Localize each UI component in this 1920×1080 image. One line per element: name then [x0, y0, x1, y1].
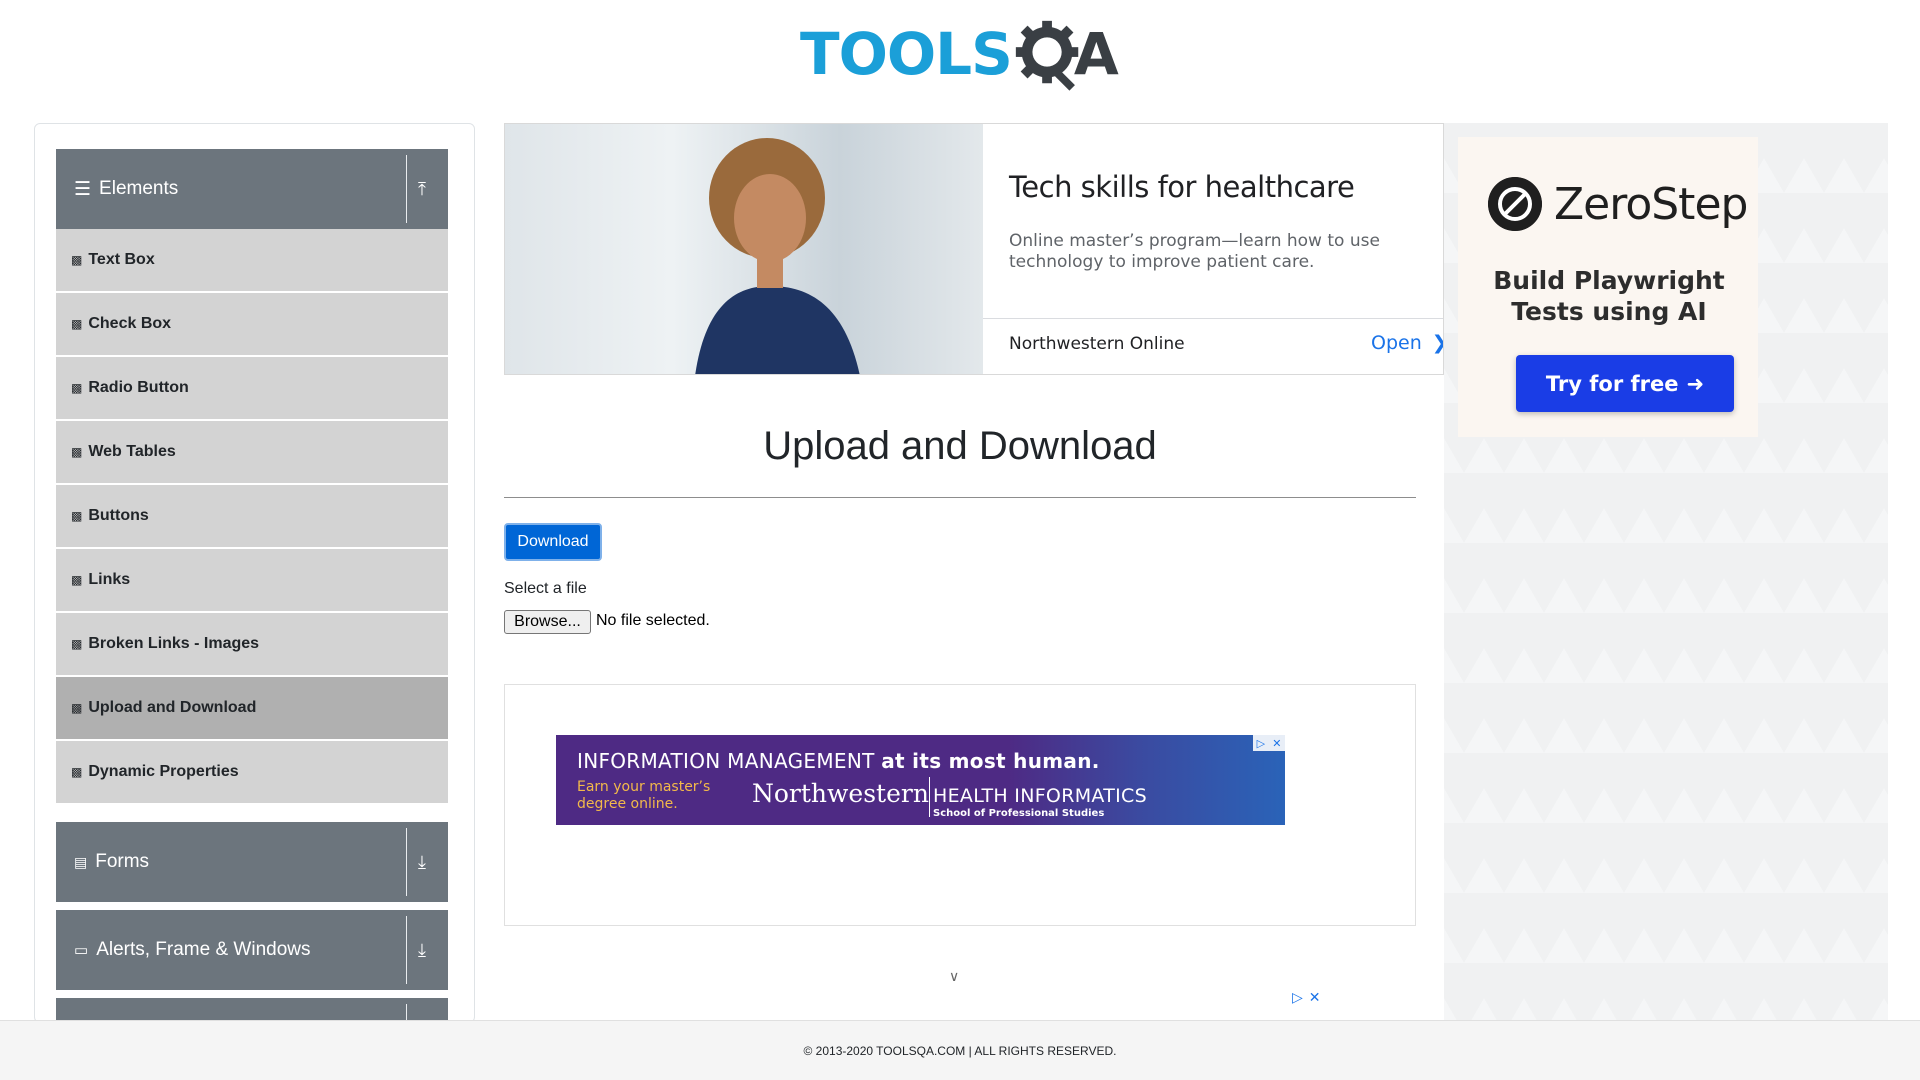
- logo-text-tail: A: [1073, 20, 1119, 88]
- expand-down-icon[interactable]: ⤓: [418, 910, 426, 990]
- browse-file-button[interactable]: Browse...: [504, 610, 591, 634]
- left-sidebar: ☰ Elements ⤒ ▩ Text Box ▩ Check Box ▩ Radio…: [34, 123, 475, 1023]
- ad-container: INFORMATION MANAGEMENT at its most human…: [504, 684, 1416, 926]
- chevron-right-icon: ❯: [1432, 332, 1443, 354]
- list-bullet-icon: ▩: [71, 253, 83, 267]
- person-photo: [695, 138, 860, 374]
- zerostep-ad[interactable]: ZeroStep Build Playwright Tests using AI…: [1458, 137, 1758, 437]
- sidebar-item-links[interactable]: ▩ Links: [56, 549, 448, 611]
- list-bullet-icon: ▩: [71, 381, 83, 395]
- group-header-elements[interactable]: ☰ Elements ⤒: [56, 149, 448, 229]
- download-button[interactable]: Download: [504, 523, 602, 561]
- list-bullet-icon: ▩: [71, 573, 83, 587]
- list-bullet-icon: ▩: [71, 701, 83, 715]
- sidebar-item-text-box[interactable]: ▩ Text Box: [56, 229, 448, 291]
- zerostep-logo-icon: [1488, 177, 1542, 231]
- sidebar-item-dynamic-properties[interactable]: ▩ Dynamic Properties: [56, 741, 448, 803]
- try-for-free-button[interactable]: Try for free ➜: [1516, 355, 1734, 412]
- divider: [929, 777, 930, 817]
- banner-open-link[interactable]: Open ❯: [1371, 332, 1443, 354]
- group-header-forms[interactable]: ▤ Forms ⤓: [56, 822, 448, 902]
- group-header-alerts[interactable]: ▭ Alerts, Frame & Windows ⤓: [56, 910, 448, 990]
- collapse-up-icon[interactable]: ⤒: [418, 149, 426, 229]
- select-file-label: Select a file: [504, 580, 587, 597]
- expand-down-icon[interactable]: ⤓: [418, 822, 426, 902]
- chevron-down-icon[interactable]: ∨: [949, 968, 959, 985]
- elements-menu: ▩ Text Box ▩ Check Box ▩ Radio Button ▩ Web …: [56, 229, 448, 805]
- adchoices-icon[interactable]: ▷ ✕: [1253, 735, 1285, 751]
- divider: [406, 916, 407, 984]
- logo-text: TOOLS: [800, 20, 1013, 88]
- file-status-text: No file selected.: [596, 612, 710, 629]
- banner-brand: Northwestern Online: [1009, 334, 1185, 354]
- toolsqa-logo[interactable]: TOOLS A: [800, 14, 1126, 94]
- ad-program: HEALTH INFORMATICS: [933, 785, 1147, 807]
- list-bullet-icon: ▩: [71, 445, 83, 459]
- ad-brand: Northwestern: [752, 779, 929, 808]
- sidebar-item-buttons[interactable]: ▩ Buttons: [56, 485, 448, 547]
- site-header: TOOLS A: [0, 0, 1920, 100]
- arrow-right-icon: ➜: [1686, 371, 1705, 396]
- close-icon[interactable]: ✕: [1309, 989, 1321, 1006]
- window-icon: ▭: [74, 942, 89, 959]
- zerostep-brand: ZeroStep: [1554, 178, 1748, 230]
- ad-headline: INFORMATION MANAGEMENT: [577, 749, 882, 773]
- list-bullet-icon: ▩: [71, 637, 83, 651]
- divider: [983, 318, 1443, 319]
- banner-ad[interactable]: Tech skills for healthcare Online master…: [504, 123, 1444, 375]
- sidebar-item-radio-button[interactable]: ▩ Radio Button: [56, 357, 448, 419]
- divider: [504, 497, 1416, 498]
- banner-title: Tech skills for healthcare: [1009, 170, 1355, 204]
- group-label: Alerts, Frame & Windows: [96, 939, 311, 960]
- right-side-ad: ZeroStep Build Playwright Tests using AI…: [1444, 123, 1888, 1023]
- list-bullet-icon: ▩: [71, 765, 83, 779]
- sidebar-item-broken-links[interactable]: ▩ Broken Links - Images: [56, 613, 448, 675]
- ad-headline-bold: at its most human.: [881, 749, 1100, 773]
- sidebar-item-upload-download[interactable]: ▩ Upload and Download: [56, 677, 448, 739]
- banner-description: Online master’s program—learn how to use…: [1009, 231, 1380, 272]
- page-title: Upload and Download: [763, 424, 1157, 468]
- copyright-text: © 2013-2020 TOOLSQA.COM | ALL RIGHTS RES…: [803, 1043, 1117, 1058]
- ad-school: School of Professional Studies: [933, 808, 1105, 819]
- banner-photo: [505, 124, 983, 374]
- adchoices-icon[interactable]: ▷ ✕: [1292, 989, 1321, 1006]
- zerostep-tagline: Build Playwright Tests using AI: [1493, 266, 1725, 326]
- divider: [406, 828, 407, 896]
- ad-subtext: Earn your master’s degree online.: [577, 779, 711, 812]
- group-label: Elements: [99, 178, 179, 199]
- list-bullet-icon: ▩: [71, 509, 83, 523]
- sidebar-item-check-box[interactable]: ▩ Check Box: [56, 293, 448, 355]
- list-bullet-icon: ▩: [71, 317, 83, 331]
- footer: © 2013-2020 TOOLSQA.COM | ALL RIGHTS RES…: [0, 1020, 1920, 1080]
- group-label: Forms: [95, 851, 150, 872]
- health-informatics-ad[interactable]: INFORMATION MANAGEMENT at its most human…: [556, 735, 1285, 825]
- form-icon: ▤: [74, 853, 88, 870]
- close-icon[interactable]: ✕: [1272, 737, 1281, 750]
- sidebar-item-web-tables[interactable]: ▩ Web Tables: [56, 421, 448, 483]
- hamburger-icon: ☰: [74, 178, 92, 200]
- divider: [406, 155, 407, 223]
